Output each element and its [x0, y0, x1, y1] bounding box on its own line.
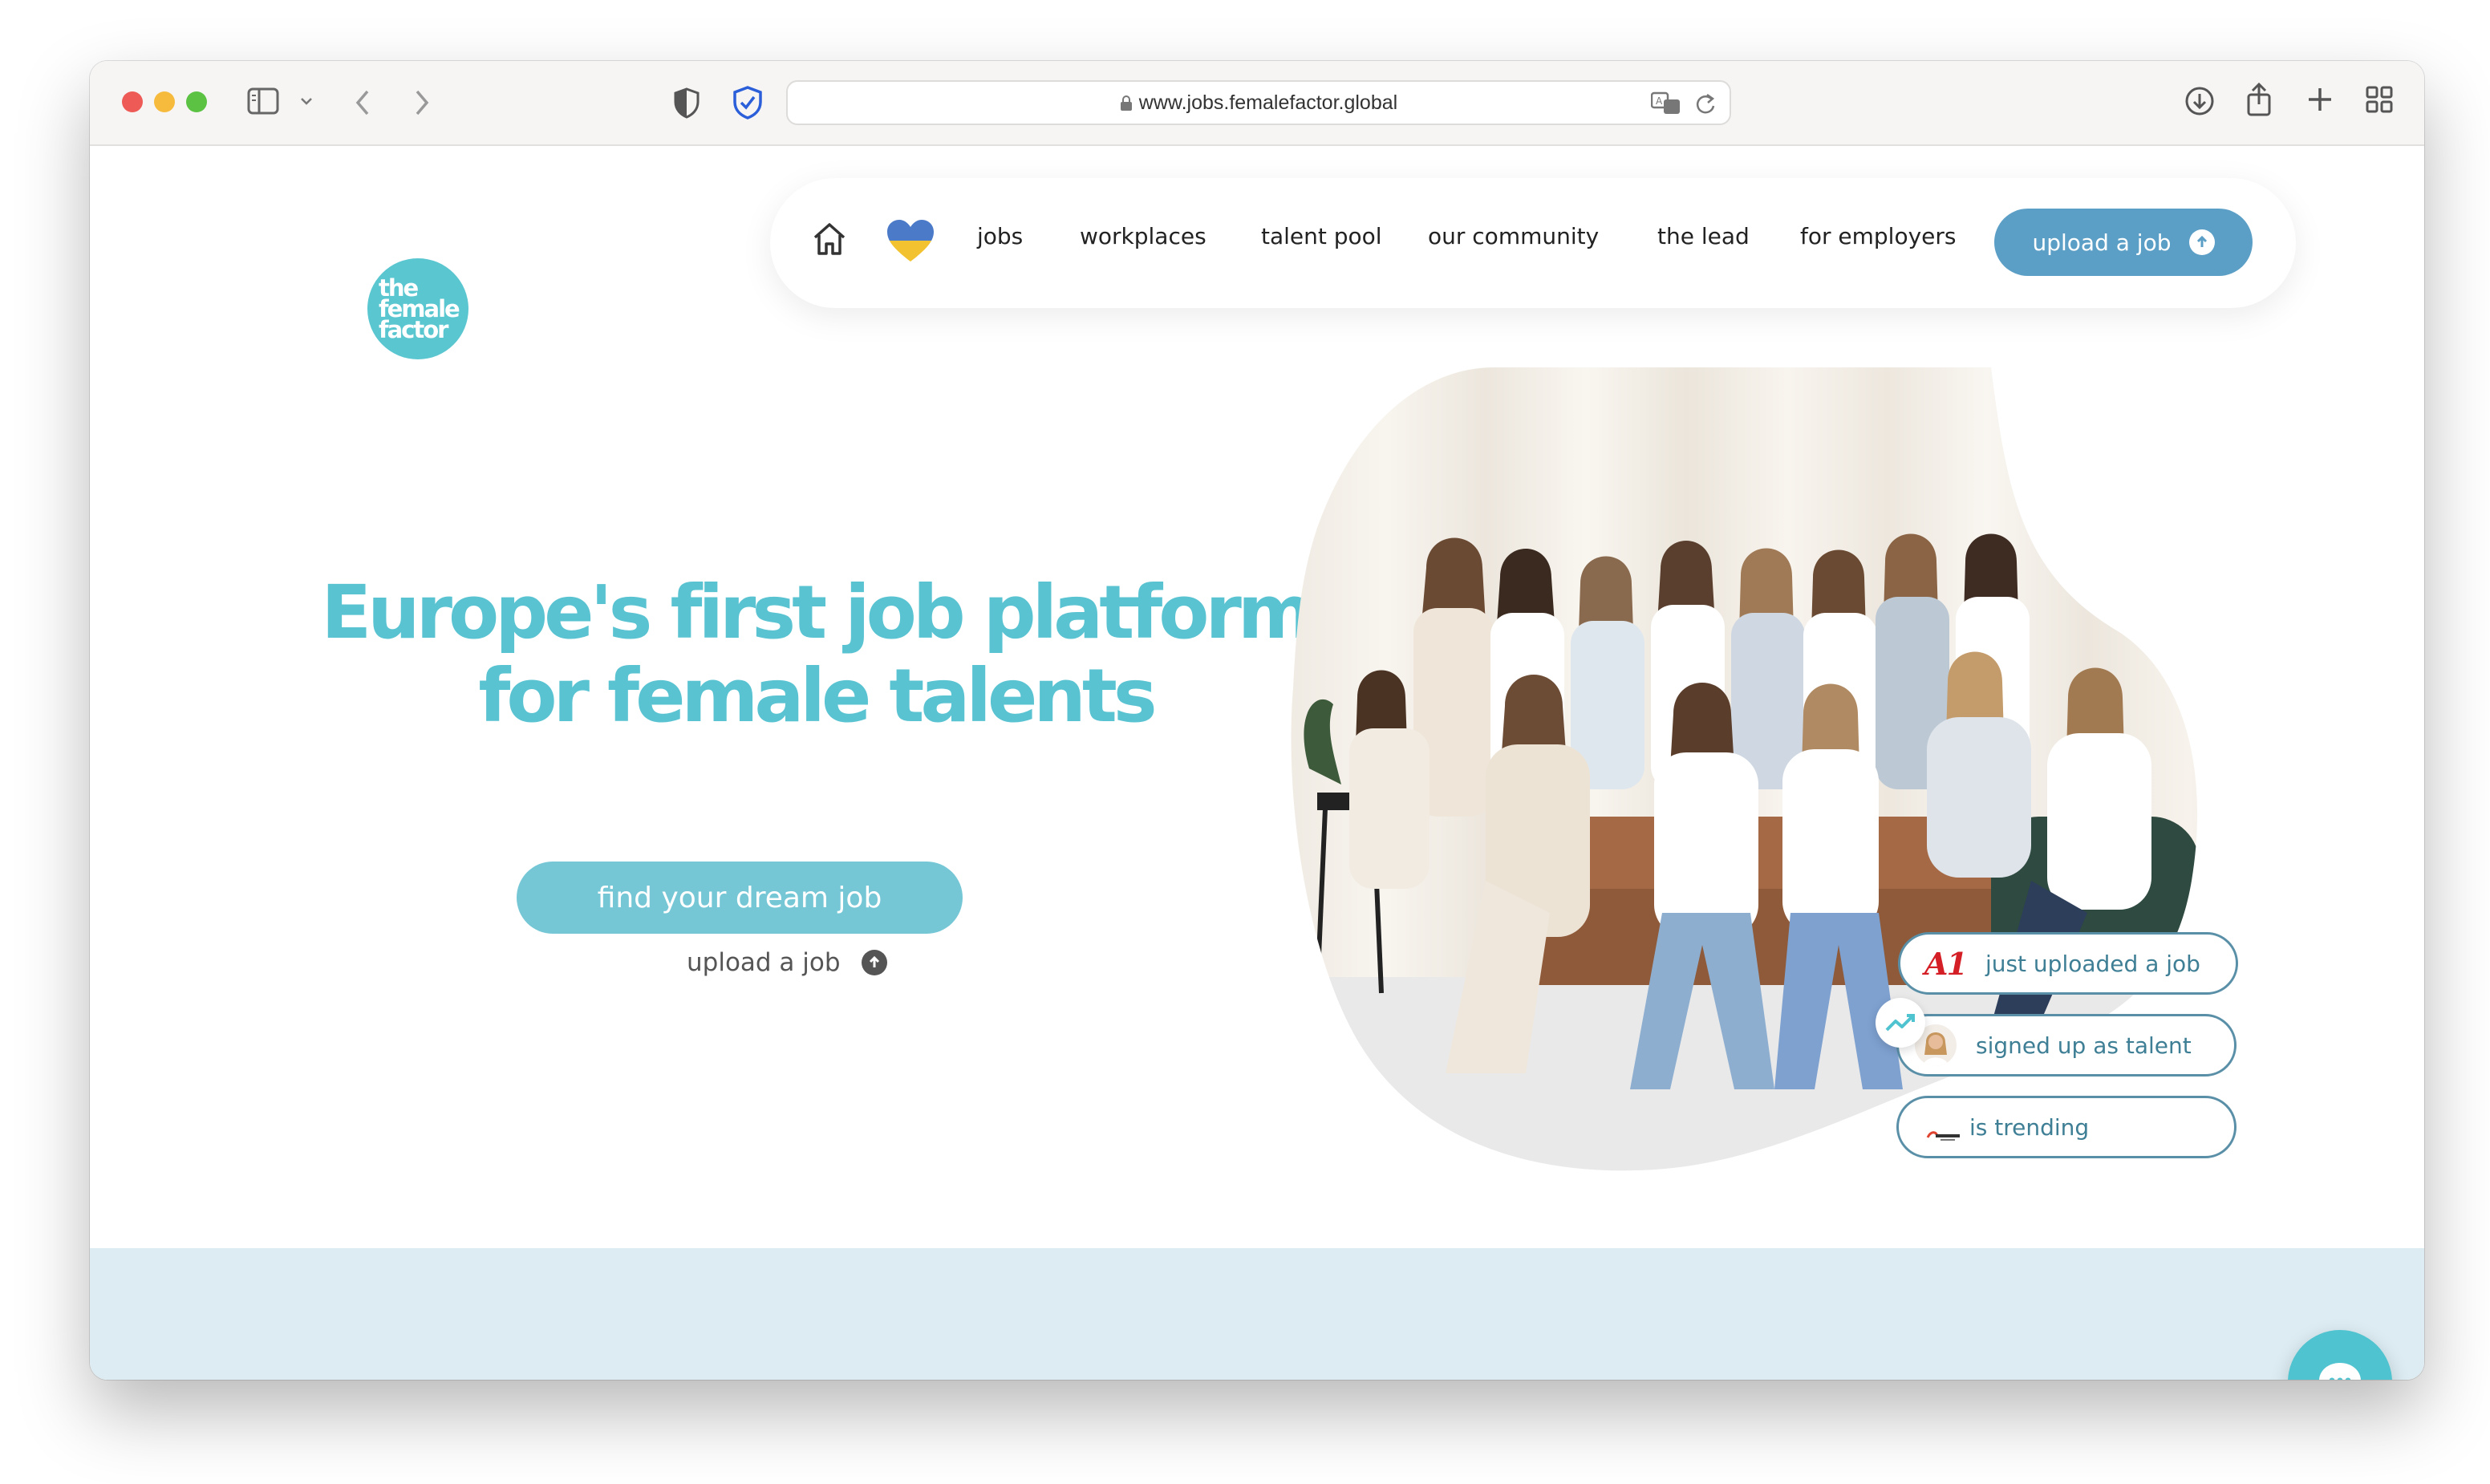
upload-job-link-label: upload a job [687, 948, 841, 977]
svg-text:A: A [1656, 95, 1663, 107]
sidebar-toggle-icon[interactable] [247, 87, 279, 116]
ukraine-heart-icon[interactable] [886, 218, 935, 265]
home-icon[interactable] [810, 220, 849, 258]
url-text: www.jobs.femalefactor.global [1138, 91, 1398, 114]
security-shield-icon[interactable] [732, 85, 764, 120]
main-navigation: jobs workplaces talent pool our communit… [770, 178, 2296, 308]
nav-for-employers[interactable]: for employers [1800, 223, 1956, 249]
translate-icon[interactable]: A [1651, 91, 1681, 116]
web-page: the female factor jobs workplaces talent… [90, 146, 2424, 1380]
minimize-window-button[interactable] [154, 91, 175, 112]
nav-upload-job-button[interactable]: upload a job [1994, 209, 2253, 276]
nav-the-lead[interactable]: the lead [1657, 223, 1750, 249]
logo-line-3: factor [379, 316, 448, 343]
back-icon[interactable] [351, 87, 375, 119]
chevron-down-icon[interactable] [298, 93, 314, 109]
reload-icon[interactable] [1694, 91, 1717, 116]
arrow-up-icon [861, 950, 887, 975]
close-window-button[interactable] [122, 91, 143, 112]
activity-item-trending[interactable]: is trending [1896, 1096, 2237, 1158]
browser-toolbar: www.jobs.femalefactor.global A [90, 61, 2424, 146]
new-tab-icon[interactable] [2305, 85, 2334, 114]
nav-upload-job-label: upload a job [2032, 229, 2172, 256]
nav-talent-pool[interactable]: talent pool [1261, 223, 1382, 249]
address-bar[interactable]: www.jobs.femalefactor.global A [786, 80, 1731, 125]
nav-jobs[interactable]: jobs [977, 223, 1023, 249]
arrow-up-icon [2188, 229, 2215, 255]
activity-text-signed-up: signed up as talent [1976, 1032, 2192, 1059]
trending-company-logo [1926, 1121, 1961, 1141]
privacy-shield-icon[interactable] [672, 87, 701, 119]
trending-icon [1876, 998, 1925, 1048]
activity-text-trending: is trending [1969, 1113, 2090, 1141]
share-icon[interactable] [2245, 82, 2273, 117]
upload-job-link[interactable]: upload a job [687, 948, 887, 977]
browser-window: www.jobs.femalefactor.global A the femal… [90, 61, 2424, 1380]
lock-icon [1120, 95, 1132, 111]
hero-title-line-2: for female talents [478, 653, 1157, 739]
find-dream-job-button[interactable]: find your dream job [517, 862, 963, 934]
downloads-icon[interactable] [2184, 85, 2216, 117]
hero-title: Europe's first job platform for female t… [306, 571, 1325, 738]
hero-title-line-1: Europe's first job platform [321, 570, 1314, 655]
a1-brand-logo: A1 [1924, 945, 1968, 982]
activity-item-signed-up[interactable]: signed up as talent [1896, 1014, 2237, 1077]
activity-item-uploaded-job[interactable]: A1 just uploaded a job [1898, 932, 2238, 995]
tab-overview-icon[interactable] [2365, 85, 2394, 114]
forward-icon[interactable] [409, 87, 433, 119]
nav-workplaces[interactable]: workplaces [1080, 223, 1206, 249]
site-logo[interactable]: the female factor [367, 258, 468, 359]
nav-our-community[interactable]: our community [1428, 223, 1599, 249]
chat-icon [2319, 1363, 2361, 1380]
zoom-window-button[interactable] [186, 91, 207, 112]
activity-text-uploaded-job: just uploaded a job [1985, 950, 2200, 977]
next-section-band [90, 1248, 2424, 1380]
